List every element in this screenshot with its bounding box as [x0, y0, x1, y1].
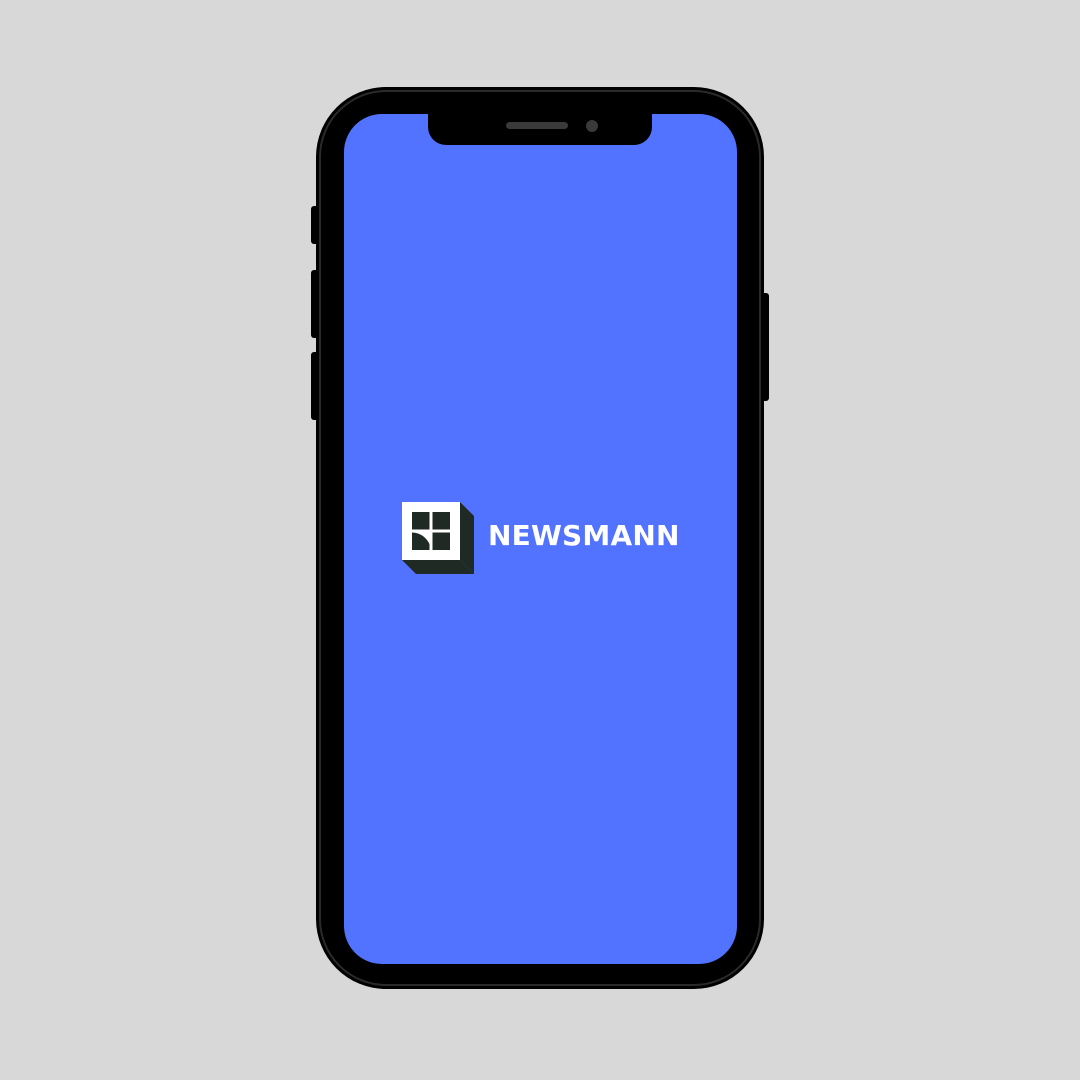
newsmann-logo-icon — [400, 500, 476, 576]
front-camera — [586, 120, 598, 132]
brand-name: NEWSMANN — [488, 518, 680, 552]
earpiece-speaker — [506, 122, 568, 129]
app-logo: NEWSMANN — [400, 500, 680, 576]
mockup-stage: NEWSMANN — [0, 0, 1080, 1080]
